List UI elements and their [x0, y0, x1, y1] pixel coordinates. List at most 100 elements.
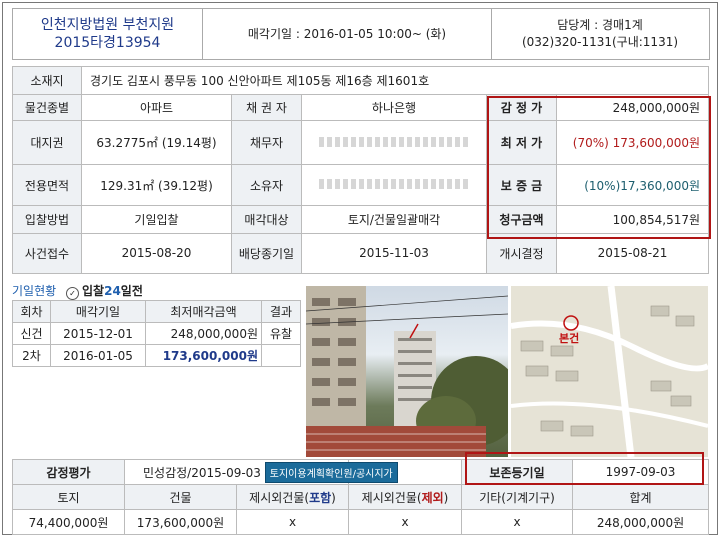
area-row: 전용면적 129.31㎡ (39.12평) 소유자 보 증 금 (10%)17,… — [12, 164, 710, 206]
excluded-prefix: 제시외건물( — [361, 490, 422, 505]
department: 담당계 : 경매1계 — [557, 18, 643, 32]
type-value: 아파트 — [81, 94, 232, 122]
case-header: 인천지방법원 부천지원 2015타경13954 매각기일 : 2016-01-0… — [12, 8, 710, 60]
bid-method-label: 입찰방법 — [12, 204, 82, 234]
round-cell: 신건 — [12, 322, 51, 345]
appraisal-label: 감 정 가 — [486, 94, 557, 122]
total-value: 248,000,000원 — [572, 509, 710, 535]
start-value: 2015-08-21 — [555, 232, 710, 275]
creditor-label: 채 권 자 — [231, 94, 302, 122]
included-prefix: 제시외건물( — [249, 490, 310, 505]
date-cell: 2016-01-05 — [50, 344, 146, 367]
etc-value: x — [461, 509, 574, 535]
debtor-value — [301, 120, 487, 166]
claim-label: 청구금액 — [486, 204, 557, 234]
dividend-label: 배당종기일 — [231, 232, 302, 275]
land-use-plan-button[interactable]: 토지이용계획확인원/공시지가 — [264, 461, 398, 483]
excluded-value: x — [348, 509, 463, 535]
history-heading: 기일현황 — [12, 284, 57, 298]
price-cell: 173,600,000원 — [145, 344, 262, 367]
land-right-label: 대지권 — [12, 120, 82, 166]
min-price-value: (70%) 173,600,000원 — [555, 120, 710, 166]
bid-badge-suffix: 일전 — [120, 284, 143, 298]
redacted-text — [319, 136, 469, 147]
deposit-label: 보 증 금 — [486, 164, 557, 206]
land-value: 74,400,000원 — [12, 509, 125, 535]
building-header: 건물 — [124, 484, 237, 510]
bid-badge-prefix: 입찰 — [82, 284, 105, 298]
appraisal-org-cell: 민성감정/2015-09-03 토지이용계획확인원/공시지가 — [123, 459, 398, 485]
appraisal-table: 감정평가 민성감정/2015-09-03 토지이용계획확인원/공시지가 보존등기… — [12, 459, 710, 535]
bid-method-value: 기일입찰 — [81, 204, 232, 234]
included-close: ) — [331, 490, 336, 505]
result-cell — [261, 344, 301, 367]
case-number: 2015타경13954 — [54, 35, 161, 51]
appraisal-row: 감정평가 민성감정/2015-09-03 토지이용계획확인원/공시지가 보존등기… — [12, 459, 710, 485]
included-value: x — [235, 509, 350, 535]
land-header: 토지 — [12, 484, 125, 510]
map-marker-label: 본건 — [559, 332, 580, 345]
received-row: 사건접수 2015-08-20 배당종기일 2015-11-03 개시결정 20… — [12, 232, 710, 275]
creditor-value: 하나은행 — [301, 94, 487, 122]
property-photo[interactable] — [306, 286, 508, 457]
deposit-value: (10%)17,360,000원 — [555, 164, 710, 206]
check-circle-icon: ✓ — [66, 287, 79, 300]
land-right-row: 대지권 63.2775㎡ (19.14평) 채무자 최 저 가 (70%) 17… — [12, 120, 710, 166]
table-row: 2차 2016-01-05 173,600,000원 — [12, 344, 301, 367]
included-building-header: 제시외건물(포함) — [235, 484, 350, 510]
excluded-label: 제외 — [421, 490, 444, 505]
appraisal-org-value: 민성감정/2015-09-03 — [143, 465, 261, 480]
breakdown-header-row: 토지 건물 제시외건물(포함) 제시외건물(제외) 기타(기계기구) 합계 — [12, 484, 710, 510]
debtor-label: 채무자 — [231, 120, 302, 166]
area-value: 129.31㎡ (39.12평) — [81, 164, 232, 206]
column-header: 매각기일 — [50, 300, 146, 323]
owner-label: 소유자 — [231, 164, 302, 206]
sale-target-label: 매각대상 — [231, 204, 302, 234]
column-header: 결과 — [261, 300, 301, 323]
history-title: 기일현황 ✓ 입찰24일전 — [12, 282, 143, 300]
history-table: 회차 매각기일 최저매각금액 결과 신건 2015-12-01 248,000,… — [12, 300, 301, 367]
column-header: 회차 — [12, 300, 51, 323]
history-header-row: 회차 매각기일 최저매각금액 결과 — [12, 300, 301, 323]
included-label: 포함 — [309, 490, 332, 505]
area-label: 전용면적 — [12, 164, 82, 206]
etc-header: 기타(기계기구) — [461, 484, 574, 510]
type-row: 물건종별 아파트 채 권 자 하나은행 감 정 가 248,000,000원 — [12, 94, 710, 122]
price-cell: 248,000,000원 — [145, 322, 262, 345]
round-cell: 2차 — [12, 344, 51, 367]
property-info-table: 소재지 경기도 김포시 풍무동 100 신안아파트 제105동 제16층 제16… — [12, 65, 710, 275]
column-header: 최저매각금액 — [145, 300, 262, 323]
total-header: 합계 — [572, 484, 710, 510]
type-label: 물건종별 — [12, 94, 82, 122]
appraisal-org-label: 감정평가 — [12, 459, 125, 485]
start-label: 개시결정 — [486, 232, 557, 275]
sale-target-value: 토지/건물일괄매각 — [301, 204, 487, 234]
received-value: 2015-08-20 — [81, 232, 232, 275]
phone-number: (032)320-1131(구내:1131) — [521, 35, 679, 49]
bid-method-row: 입찰방법 기일입찰 매각대상 토지/건물일괄매각 청구금액 100,854,51… — [12, 204, 710, 234]
bid-days: 24 — [104, 284, 121, 298]
court-name: 인천지방법원 부천지원 — [40, 17, 175, 33]
excluded-close: ) — [443, 490, 449, 505]
building-value: 173,600,000원 — [124, 509, 237, 535]
excluded-building-header: 제시외건물(제외) — [348, 484, 463, 510]
auction-date: 매각기일 : 2016-01-05 10:00~ (화) — [203, 9, 492, 59]
map-illustration — [511, 286, 708, 457]
preserve-date-value: 1997-09-03 — [572, 459, 710, 485]
preserve-date-label: 보존등기일 — [461, 459, 574, 485]
appraisal-value: 248,000,000원 — [555, 94, 710, 122]
date-cell: 2015-12-01 — [50, 322, 146, 345]
dividend-value: 2015-11-03 — [301, 232, 487, 275]
address-row: 소재지 경기도 김포시 풍무동 100 신안아파트 제105동 제16층 제16… — [12, 65, 710, 96]
table-row: 신건 2015-12-01 248,000,000원 유찰 — [12, 322, 301, 345]
address-value: 경기도 김포시 풍무동 100 신안아파트 제105동 제16층 제1601호 — [80, 65, 710, 96]
result-cell: 유찰 — [261, 322, 301, 345]
apartment-photo-illustration — [306, 286, 508, 457]
received-label: 사건접수 — [12, 232, 82, 275]
contact-info: 담당계 : 경매1계 (032)320-1131(구내:1131) — [491, 9, 709, 59]
breakdown-value-row: 74,400,000원 173,600,000원 x x x 248,000,0… — [12, 509, 710, 535]
court-info: 인천지방법원 부천지원 2015타경13954 — [13, 9, 203, 59]
address-label: 소재지 — [12, 65, 82, 96]
location-map[interactable]: 본건 — [511, 286, 708, 457]
redacted-text — [319, 179, 469, 190]
